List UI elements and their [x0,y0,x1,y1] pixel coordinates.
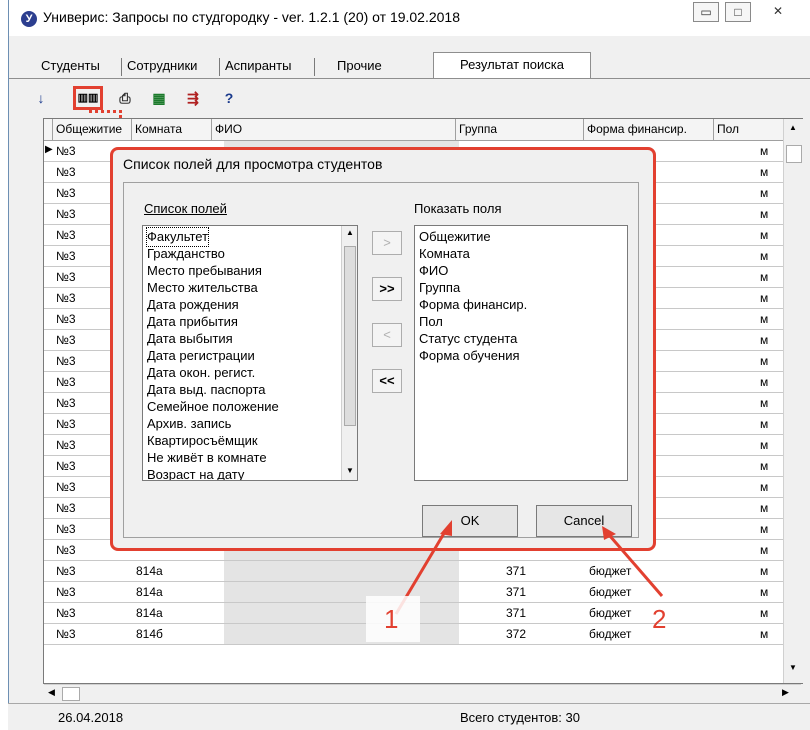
arrow-1-head [440,520,452,536]
annotation-1: 1 [384,604,399,634]
annotation-2: 2 [652,604,667,634]
arrow-2-line [608,535,664,597]
arrow-2-head [602,526,616,540]
